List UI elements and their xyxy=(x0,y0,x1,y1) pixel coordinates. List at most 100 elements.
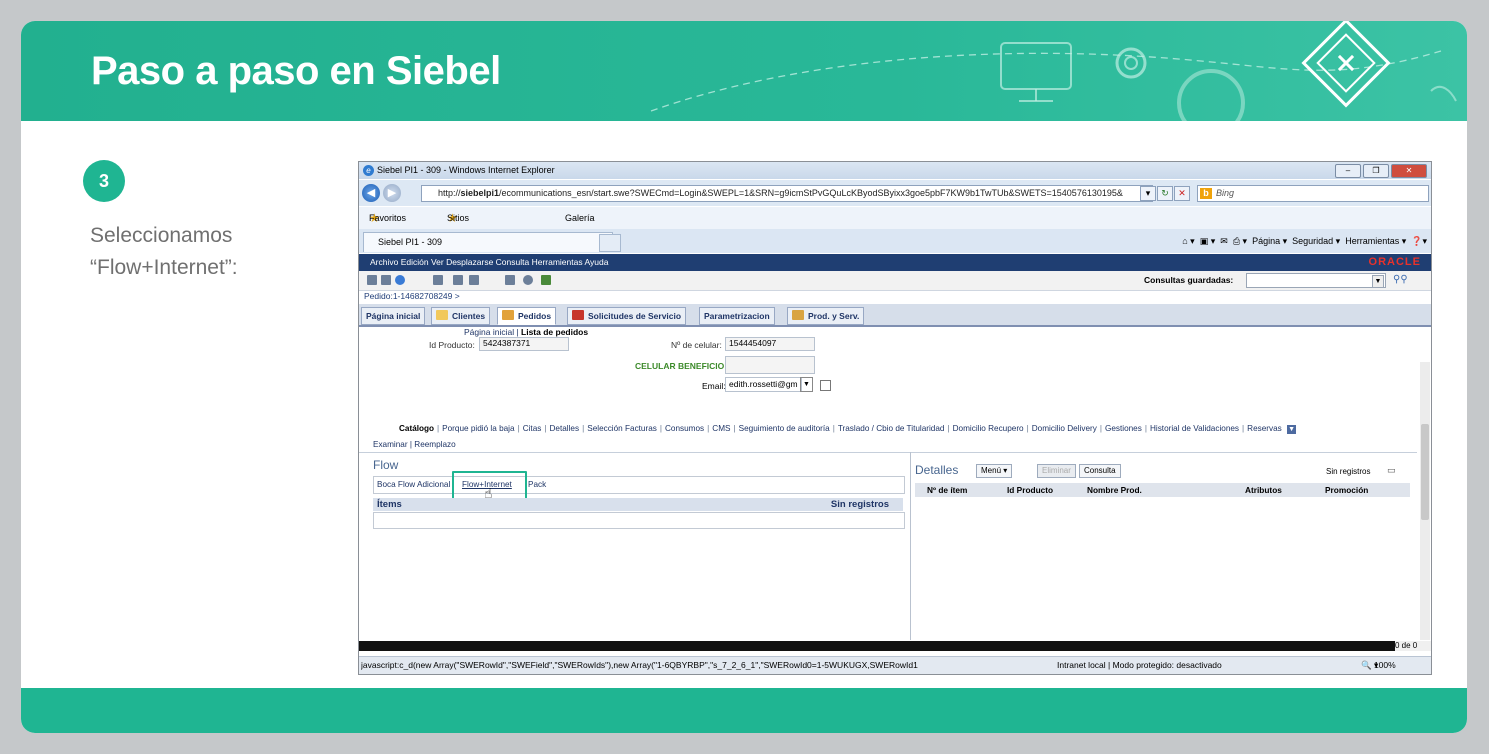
vertical-scrollbar[interactable] xyxy=(1420,362,1430,640)
delete-button[interactable]: Eliminar xyxy=(1037,464,1076,478)
tab-solicitudes[interactable]: Solicitudes de Servicio xyxy=(567,307,687,325)
folder-icon xyxy=(436,310,448,320)
new-icon[interactable] xyxy=(367,275,377,285)
tab-auditoria[interactable]: Seguimiento de auditoría xyxy=(739,424,830,433)
celular-field[interactable]: 1544454097 xyxy=(725,337,815,351)
clock-icon[interactable] xyxy=(523,275,533,285)
print-icon[interactable]: ⎙ ▾ xyxy=(1233,236,1247,246)
breadcrumb[interactable]: Pedido:1-14682708249 > xyxy=(364,291,460,301)
items-list[interactable] xyxy=(373,512,905,529)
stop-icon[interactable]: ✕ xyxy=(1174,186,1190,201)
scroll-thumb[interactable] xyxy=(1421,424,1429,520)
saved-queries-select[interactable]: ▼ xyxy=(1246,273,1386,288)
celular-beneficio-field[interactable] xyxy=(725,356,815,374)
tab-citas[interactable]: Citas xyxy=(523,424,542,433)
maximize-button[interactable]: ❐ xyxy=(1363,164,1389,178)
help-icon[interactable]: ❓▾ xyxy=(1411,236,1427,246)
forward-icon[interactable]: ▶ xyxy=(383,184,401,202)
email-checkbox[interactable] xyxy=(820,380,831,391)
tab-seleccion-facturas[interactable]: Selección Facturas xyxy=(587,424,657,433)
close-window-button[interactable]: ✕ xyxy=(1391,164,1427,178)
link-lista-pedidos[interactable]: Lista de pedidos xyxy=(521,327,588,337)
tab-clientes[interactable]: Clientes xyxy=(431,307,491,325)
new-tab-button[interactable] xyxy=(599,234,621,252)
save-icon[interactable] xyxy=(453,275,463,285)
list-icon[interactable] xyxy=(469,275,479,285)
col-nombre-prod[interactable]: Nombre Prod. xyxy=(1087,483,1142,497)
email-dropdown-icon[interactable]: ▼ xyxy=(800,377,813,392)
email-field[interactable]: edith.rossetti@gm xyxy=(725,377,802,392)
option-pack[interactable]: Pack xyxy=(528,477,546,493)
col-atributos[interactable]: Atributos xyxy=(1245,483,1282,497)
tab-porque-baja[interactable]: Porque pidió la baja xyxy=(442,424,514,433)
tab-traslado[interactable]: Traslado / Cbio de Titularidad xyxy=(838,424,945,433)
toolbox-icon xyxy=(572,310,584,320)
address-row: ◀ ▶ http://siebelpi1/ecommunications_esn… xyxy=(359,180,1431,206)
saved-queries-label: Consultas guardadas: xyxy=(1144,275,1234,285)
feeds-icon[interactable]: ▣ ▾ xyxy=(1200,236,1216,246)
browser-tab[interactable]: Siebel PI1 - 309 xyxy=(363,232,613,252)
print-tool-icon[interactable] xyxy=(505,275,515,285)
section-tabs: Catálogo | Porque pidió la baja | Citas | Deta… xyxy=(399,424,1297,434)
tab-reservas[interactable]: Reservas xyxy=(1247,424,1282,433)
find-icon[interactable] xyxy=(433,275,443,285)
col-promocion[interactable]: Promoción xyxy=(1325,483,1368,497)
grid-layout-icon[interactable]: ▭ xyxy=(1387,465,1396,476)
siebel-toolbar: Consultas guardadas: ▼ ⚲⚲ xyxy=(359,271,1431,291)
tab-pedidos[interactable]: Pedidos xyxy=(497,307,557,325)
tab-parametrizacion[interactable]: Parametrizacion xyxy=(699,307,775,325)
globe-icon[interactable] xyxy=(395,275,405,285)
search-input[interactable]: b Bing xyxy=(1197,185,1429,202)
minimize-button[interactable]: – xyxy=(1335,164,1361,178)
tools-menu[interactable]: Herramientas ▾ xyxy=(1345,236,1406,246)
tab-domicilio-recupero[interactable]: Domicilio Recupero xyxy=(953,424,1024,433)
home-icon[interactable]: ⌂ ▾ xyxy=(1182,236,1194,246)
security-zone: Intranet local | Modo protegido: desacti… xyxy=(1057,660,1222,670)
refresh-icon[interactable]: ↻ xyxy=(1157,186,1173,201)
status-text: javascript:c_d(new Array("SWERowId","SWE… xyxy=(361,660,918,670)
tab-pagina-inicial[interactable]: Página inicial xyxy=(361,307,426,325)
horizontal-scrollbar[interactable] xyxy=(359,641,1395,651)
tab-consumos[interactable]: Consumos xyxy=(665,424,704,433)
email-label: Email: xyxy=(702,381,726,391)
chart-icon[interactable] xyxy=(541,275,551,285)
link-examinar[interactable]: Examinar xyxy=(373,440,408,449)
header-decoration-icons xyxy=(650,21,1457,121)
items-status: Sin registros xyxy=(830,499,889,510)
col-id-producto[interactable]: Id Producto xyxy=(1007,483,1053,497)
step-text-line2: “Flow+Internet”: xyxy=(90,256,238,279)
tab-gestiones[interactable]: Gestiones xyxy=(1105,424,1142,433)
command-bar: ⌂ ▾ ▣ ▾ ✉ ⎙ ▾ Página ▾ Seguridad ▾ Herra… xyxy=(1182,232,1427,250)
link-pagina-inicial[interactable]: Página inicial xyxy=(464,327,514,337)
search-icon[interactable]: ⚲⚲ xyxy=(1393,274,1408,285)
pencil-puzzle-icon xyxy=(1301,21,1391,108)
tab-prod-serv[interactable]: Prod. y Serv. xyxy=(787,307,865,325)
details-menu-button[interactable]: Menú ▾ xyxy=(976,464,1013,478)
back-icon[interactable]: ◀ xyxy=(362,184,380,202)
tab-catalogo[interactable]: Catálogo xyxy=(399,424,434,433)
catalog-subtabs: Examinar | Reemplazo xyxy=(373,440,456,449)
tab-cms[interactable]: CMS xyxy=(712,424,730,433)
address-bar[interactable]: http://siebelpi1/ecommunications_esn/sta… xyxy=(421,185,1153,202)
siebel-menu-items[interactable]: Archivo Edición Ver Desplazarse Consulta… xyxy=(370,254,608,271)
dropdown-icon[interactable]: ▾ xyxy=(1140,186,1156,201)
mail-icon[interactable]: ✉ xyxy=(1220,236,1228,246)
id-product-label: Id Producto: xyxy=(429,340,475,350)
query-button[interactable]: Consulta xyxy=(1079,464,1121,478)
subview-links: Página inicial | Lista de pedidos xyxy=(464,327,589,337)
flow-title: Flow xyxy=(373,458,399,472)
id-product-field[interactable]: 5424387371 xyxy=(479,337,569,351)
col-num-item[interactable]: Nº de ítem xyxy=(927,483,967,497)
link-reemplazo[interactable]: Reemplazo xyxy=(414,440,455,449)
tab-domicilio-delivery[interactable]: Domicilio Delivery xyxy=(1032,424,1097,433)
option-boca-flow-adicional[interactable]: Boca Flow Adicional xyxy=(377,477,450,493)
page-menu[interactable]: Página ▾ xyxy=(1252,236,1287,246)
tab-detalles[interactable]: Detalles xyxy=(550,424,580,433)
copy-icon[interactable] xyxy=(381,275,391,285)
security-menu[interactable]: Seguridad ▾ xyxy=(1292,236,1340,246)
slide: Paso a paso en Siebel 3 Seleccionamos “F… xyxy=(21,21,1467,733)
panel-divider xyxy=(910,452,911,640)
zoom-level[interactable]: 🔍 100% ▾ xyxy=(1361,657,1396,674)
tab-historial-validaciones[interactable]: Historial de Validaciones xyxy=(1150,424,1239,433)
more-tabs-icon[interactable]: ▼ xyxy=(1287,425,1297,434)
